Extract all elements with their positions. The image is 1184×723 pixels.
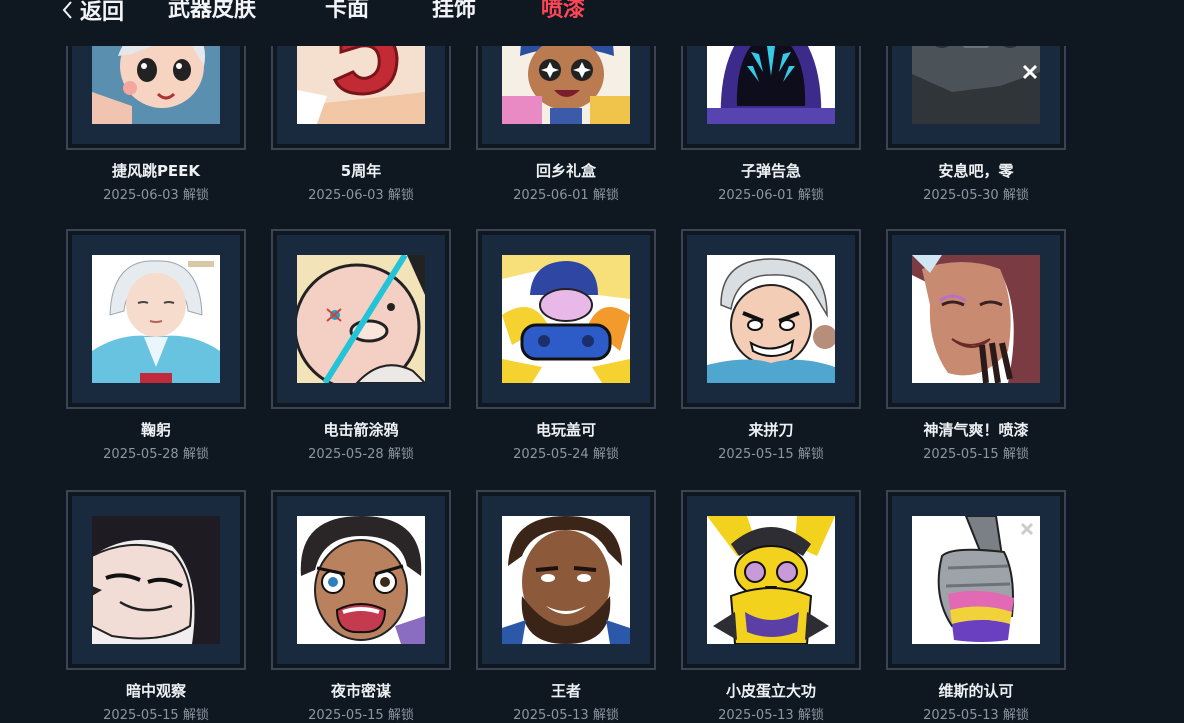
- spray-frame: [886, 229, 1066, 409]
- spray-unlock-date: 2025-06-03 解锁: [103, 188, 209, 203]
- spray-card[interactable]: 来拼刀 2025-05-15 解锁: [681, 229, 861, 462]
- bowing-agent-spray-icon: [92, 255, 220, 383]
- back-label: 返回: [80, 0, 125, 25]
- spray-card[interactable]: 王者 2025-05-13 解锁: [476, 490, 656, 723]
- spray-frame: [476, 490, 656, 670]
- refreshed-spray-icon: [912, 255, 1040, 383]
- spray-card[interactable]: 维斯的认可 2025-05-13 解锁: [886, 490, 1066, 723]
- spray-unlock-date: 2025-05-13 解锁: [513, 708, 619, 723]
- tab-player-cards[interactable]: 卡面: [325, 0, 369, 28]
- spray-unlock-date: 2025-05-13 解锁: [718, 708, 824, 723]
- spray-name: 电击箭涂鸦: [323, 421, 399, 439]
- gamer-gekko-spray-icon: [502, 255, 630, 383]
- spray-name: 子弹告急: [740, 162, 801, 180]
- spray-card[interactable]: 电玩盖可 2025-05-24 解锁: [476, 229, 656, 462]
- spray-card[interactable]: 电击箭涂鸦 2025-05-28 解锁: [271, 229, 451, 462]
- yellow-critter-spray-icon: [707, 516, 835, 644]
- tab-weapon-skins[interactable]: 武器皮肤: [168, 0, 256, 28]
- spray-name: 鞠躬: [140, 421, 171, 439]
- spray-unlock-date: 2025-05-28 解锁: [103, 447, 209, 462]
- spray-frame: [886, 490, 1066, 670]
- spray-card[interactable]: 神清气爽！喷漆 2025-05-15 解锁: [886, 229, 1066, 462]
- spray-frame: [66, 490, 246, 670]
- king-spray-icon: [502, 516, 630, 644]
- knife-fight-spray-icon: [707, 255, 835, 383]
- night-market-spray-icon: [297, 516, 425, 644]
- spray-name: 小皮蛋立大功: [725, 682, 816, 700]
- spray-card[interactable]: 暗中观察 2025-05-15 解锁: [66, 490, 246, 723]
- spray-card[interactable]: 小皮蛋立大功 2025-05-13 解锁: [681, 490, 861, 723]
- spray-unlock-date: 2025-05-24 解锁: [513, 447, 619, 462]
- spray-name: 5周年: [340, 162, 382, 180]
- spray-frame: [66, 229, 246, 409]
- spray-name: 回乡礼盒: [535, 162, 596, 180]
- shock-dart-spray-icon: [297, 255, 425, 383]
- spray-name: 维斯的认可: [938, 682, 1014, 700]
- spray-name: 安息吧，零: [938, 162, 1014, 180]
- spray-name: 神清气爽！喷漆: [923, 421, 1029, 439]
- tab-buddies[interactable]: 挂饰: [432, 0, 476, 28]
- spray-unlock-date: 2025-06-01 解锁: [513, 188, 619, 203]
- spray-frame: [681, 490, 861, 670]
- back-button[interactable]: 返回: [60, 0, 124, 28]
- peeking-agent-spray-icon: [92, 516, 220, 644]
- top-nav-bar: 返回 武器皮肤 卡面 挂饰 喷漆: [0, 0, 1184, 46]
- spray-frame: [476, 229, 656, 409]
- spray-frame: [271, 229, 451, 409]
- spray-unlock-date: 2025-05-13 解锁: [923, 708, 1029, 723]
- spray-name: 来拼刀: [748, 421, 794, 439]
- thumbs-up-spray-icon: [912, 516, 1040, 644]
- spray-card[interactable]: 鞠躬 2025-05-28 解锁: [66, 229, 246, 462]
- spray-name: 夜市密谋: [330, 682, 391, 700]
- spray-unlock-date: 2025-06-01 解锁: [718, 188, 824, 203]
- chevron-left-icon: [62, 1, 72, 19]
- spray-unlock-date: 2025-05-15 解锁: [308, 708, 414, 723]
- spray-unlock-date: 2025-05-15 解锁: [718, 447, 824, 462]
- spray-unlock-date: 2025-06-03 解锁: [308, 188, 414, 203]
- spray-frame: [271, 490, 451, 670]
- spray-unlock-date: 2025-05-30 解锁: [923, 188, 1029, 203]
- spray-name: 捷风跳PEEK: [111, 162, 201, 180]
- spray-grid: 捷风跳PEEK 2025-06-03 解锁 5周年 2025-06-03 解锁: [0, 0, 1184, 723]
- tab-sprays[interactable]: 喷漆: [541, 0, 585, 28]
- spray-unlock-date: 2025-05-15 解锁: [923, 447, 1029, 462]
- spray-frame: [681, 229, 861, 409]
- spray-unlock-date: 2025-05-15 解锁: [103, 708, 209, 723]
- spray-unlock-date: 2025-05-28 解锁: [308, 447, 414, 462]
- spray-name: 暗中观察: [125, 682, 186, 700]
- spray-name: 电玩盖可: [535, 421, 596, 439]
- spray-card[interactable]: 夜市密谋 2025-05-15 解锁: [271, 490, 451, 723]
- spray-name: 王者: [550, 682, 581, 700]
